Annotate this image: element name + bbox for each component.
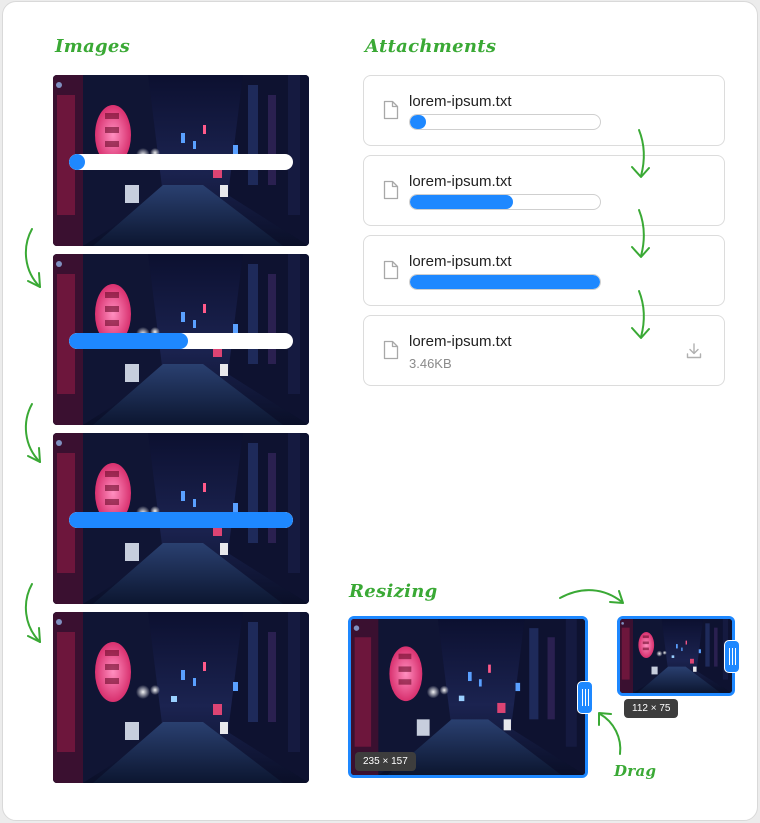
image-progress-fill (69, 333, 188, 349)
arrow-down-icon (631, 209, 650, 258)
file-icon (383, 340, 399, 360)
upload-progress-bar (409, 274, 601, 290)
arrow-down-icon (24, 403, 41, 463)
resizable-image-large[interactable]: 235 × 157 (348, 616, 588, 778)
drag-handle-icon[interactable] (724, 640, 740, 673)
dimensions-badge: 235 × 157 (355, 752, 416, 771)
attachment-complete[interactable]: lorem-ipsum.txt 3.46KB (363, 315, 725, 386)
image-upload-1 (53, 75, 309, 246)
upload-progress-bar (409, 194, 601, 210)
attachments-section-title: Attachments (365, 36, 497, 57)
dimensions-badge: 112 × 75 (624, 699, 679, 718)
file-icon (383, 260, 399, 280)
arrow-down-icon (24, 228, 41, 288)
image-progress-fill (69, 512, 293, 528)
file-size: 3.46KB (409, 356, 452, 371)
attachment-uploading-2: lorem-ipsum.txt (363, 155, 725, 226)
file-icon (383, 100, 399, 120)
arrow-down-icon (24, 583, 41, 643)
drag-handle-icon[interactable] (577, 681, 593, 714)
image-upload-complete (53, 612, 309, 783)
arrow-down-icon (631, 129, 650, 178)
image-progress-bar (69, 512, 293, 528)
resizable-image-small[interactable] (617, 616, 735, 696)
file-name: lorem-ipsum.txt (409, 93, 512, 110)
download-icon[interactable] (685, 342, 703, 360)
images-section-title: Images (55, 36, 131, 57)
file-icon (383, 180, 399, 200)
upload-progress-bar (409, 114, 601, 130)
attachment-uploading-1: lorem-ipsum.txt (363, 75, 725, 146)
arrow-down-icon (631, 290, 650, 339)
file-name: lorem-ipsum.txt (409, 173, 512, 190)
image-upload-2 (53, 254, 309, 425)
upload-progress-fill (410, 115, 426, 129)
upload-progress-fill (410, 195, 513, 209)
arrow-right-icon (559, 589, 624, 604)
attachment-uploading-3: lorem-ipsum.txt (363, 235, 725, 306)
street-photo (53, 612, 309, 783)
drag-annotation: Drag (614, 762, 657, 780)
upload-progress-fill (410, 275, 600, 289)
arrow-up-icon (598, 712, 622, 755)
image-upload-3 (53, 433, 309, 604)
street-photo (620, 619, 732, 693)
file-name: lorem-ipsum.txt (409, 253, 512, 270)
image-progress-bar (69, 154, 293, 170)
file-name: lorem-ipsum.txt (409, 333, 512, 350)
image-progress-fill (69, 154, 85, 170)
resizing-section-title: Resizing (349, 581, 438, 602)
image-progress-bar (69, 333, 293, 349)
